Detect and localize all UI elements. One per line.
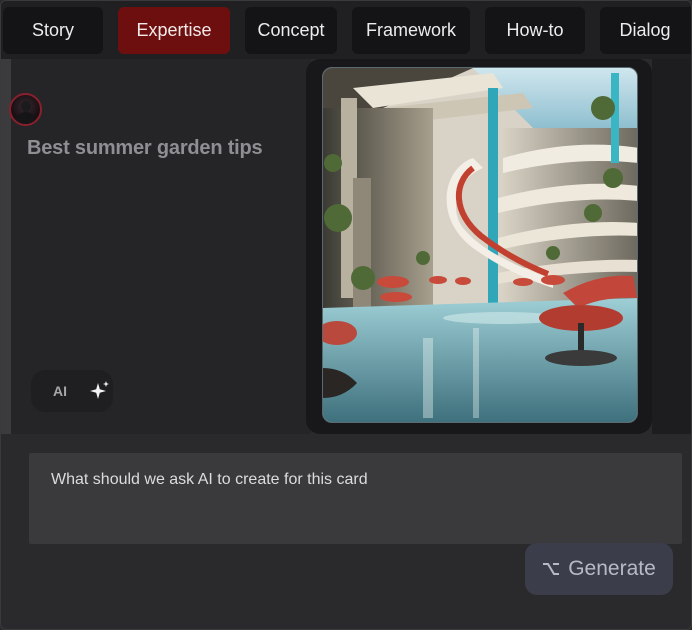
tab-dialog[interactable]: Dialog	[600, 7, 691, 54]
futuristic-atrium-image	[323, 68, 637, 422]
card-image[interactable]	[322, 67, 638, 423]
tab-concept[interactable]: Concept	[245, 7, 337, 54]
prompt-input[interactable]	[29, 453, 682, 544]
avatar-head	[21, 101, 31, 112]
editor-frame: Story Expertise Concept Framework How-to…	[0, 0, 692, 630]
generate-button[interactable]: Generate	[525, 543, 673, 595]
tab-story[interactable]: Story	[3, 7, 103, 54]
tab-label: Framework	[365, 20, 456, 40]
option-key-icon	[543, 563, 560, 575]
tab-label: Dialog	[619, 20, 671, 40]
tab-framework[interactable]: Framework	[352, 7, 470, 54]
generate-label: Generate	[568, 557, 656, 580]
card-title[interactable]: Best summer garden tips	[27, 137, 263, 160]
tab-expertise[interactable]: Expertise	[118, 7, 230, 54]
tab-bar: Story Expertise Concept Framework How-to…	[1, 1, 691, 59]
avatar-body	[16, 112, 36, 124]
tab-label: Concept	[257, 20, 325, 40]
tab-label: Story	[31, 20, 74, 40]
tab-label: How-to	[506, 20, 564, 40]
ai-label: AI	[53, 383, 67, 399]
tab-how-to[interactable]: How-to	[485, 7, 585, 54]
avatar[interactable]	[9, 93, 42, 126]
sparkle-icon	[90, 381, 109, 399]
right-gutter	[652, 59, 691, 434]
ai-button[interactable]: AI	[31, 370, 113, 412]
tab-label: Expertise	[136, 20, 212, 40]
